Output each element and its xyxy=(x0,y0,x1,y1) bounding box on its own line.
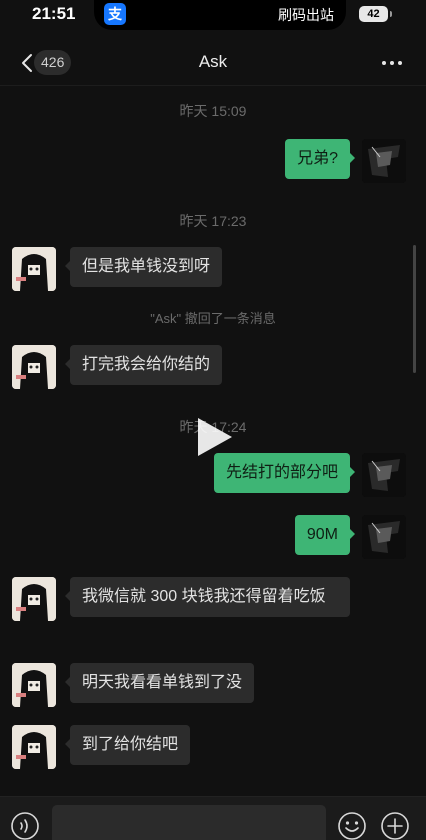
outgoing-message[interactable]: 兄弟? xyxy=(285,139,355,179)
status-time: 21:51 xyxy=(32,4,76,23)
contact-avatar[interactable] xyxy=(12,725,56,769)
timestamp: 昨天 15:09 xyxy=(179,103,247,119)
plus-icon[interactable] xyxy=(380,811,410,840)
incoming-message[interactable]: 明天我看看单钱到了没 xyxy=(64,663,255,703)
my-avatar[interactable] xyxy=(362,139,406,183)
island-activity-text: 刷码出站 xyxy=(278,7,334,23)
message-list[interactable]: 昨天 15:09 兄弟? 昨天 17:23 但是我单钱没到呀 "Ask" 撤回了… xyxy=(0,87,426,787)
play-icon[interactable] xyxy=(192,414,236,460)
chat-title: Ask xyxy=(198,52,228,71)
timestamp: 昨天 17:23 xyxy=(179,213,247,229)
incoming-message[interactable]: 到了给你结吧 xyxy=(64,725,191,765)
voice-icon[interactable] xyxy=(10,811,40,840)
outgoing-message[interactable]: 90M xyxy=(294,515,356,555)
incoming-message[interactable]: 打完我会给你结的 xyxy=(64,345,223,385)
more-dots-icon[interactable] xyxy=(380,51,404,75)
contact-avatar[interactable] xyxy=(12,577,56,621)
incoming-message[interactable]: 但是我单钱没到呀 xyxy=(64,247,223,287)
message-input[interactable] xyxy=(52,805,326,840)
my-avatar[interactable] xyxy=(362,453,406,497)
contact-avatar[interactable] xyxy=(12,345,56,389)
incoming-message[interactable]: 我微信就 300 块钱我还得留着吃饭 xyxy=(65,577,350,617)
contact-avatar[interactable] xyxy=(12,663,56,707)
status-bar: 21:51 支 刷码出站 42 xyxy=(0,0,426,34)
scrollbar[interactable] xyxy=(413,245,416,373)
input-bar xyxy=(0,796,426,840)
alipay-icon: 支 xyxy=(104,3,126,25)
dynamic-island[interactable]: 支 刷码出站 xyxy=(94,0,346,30)
emoji-icon[interactable] xyxy=(337,811,367,840)
recall-notice: "Ask" 撤回了一条消息 xyxy=(150,311,276,326)
my-avatar[interactable] xyxy=(362,515,406,559)
contact-avatar[interactable] xyxy=(12,247,56,291)
chat-header: 426 Ask xyxy=(0,40,426,86)
battery-icon: 42 xyxy=(359,6,392,22)
